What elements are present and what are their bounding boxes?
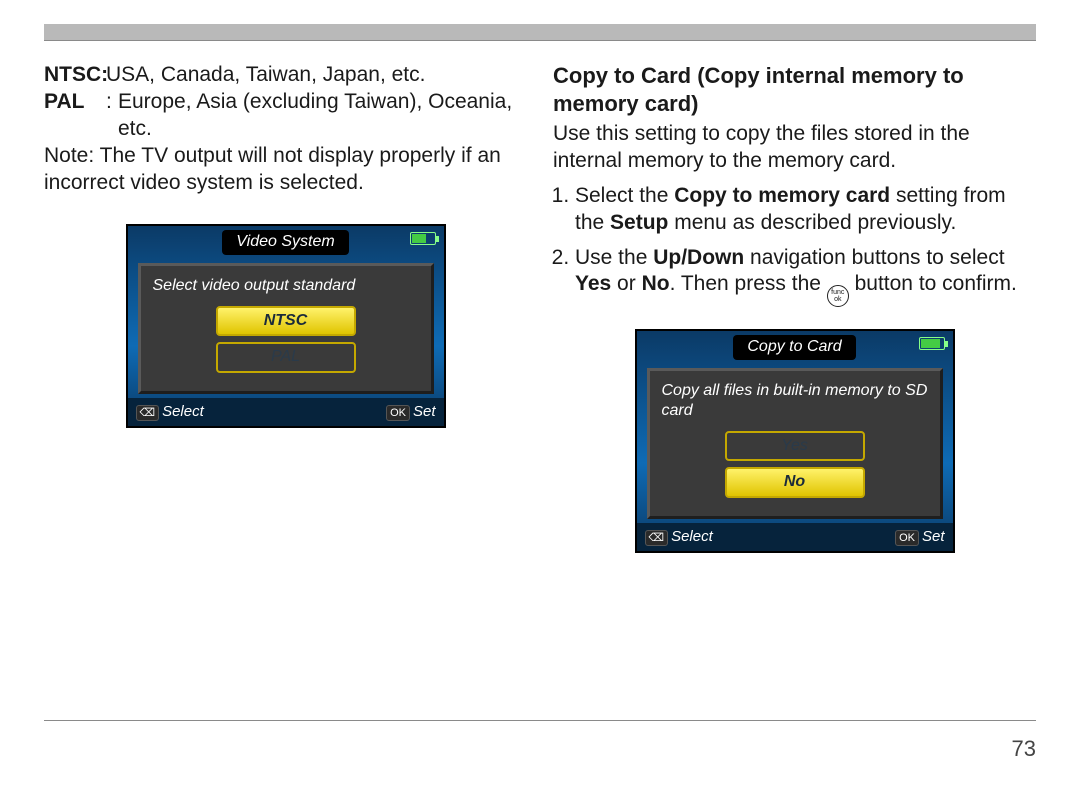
copy-to-card-intro: Use this setting to copy the files store… [553, 121, 1036, 175]
right-column: Copy to Card (Copy internal memory to me… [553, 62, 1036, 553]
battery-icon [919, 337, 945, 350]
step-1: Select the Copy to memory card setting f… [575, 183, 1036, 237]
header-rule [44, 24, 1036, 40]
battery-icon [410, 232, 436, 245]
footer-select: ⌫Select [645, 527, 713, 546]
lcd2-title: Copy to Card [733, 335, 855, 359]
ok-key-icon: OK [895, 530, 919, 546]
copy-to-card-screenshot: Copy to Card Copy all files in built-in … [635, 329, 955, 553]
page-number: 73 [1012, 736, 1036, 762]
pal-row: PAL : Europe, Asia (excluding Taiwan), O… [44, 89, 527, 143]
back-key-icon: ⌫ [645, 530, 669, 546]
option-no: No [725, 467, 865, 497]
pal-label: PAL [44, 89, 106, 143]
step-2: Use the Up/Down navigation buttons to se… [575, 245, 1036, 308]
left-column: NTSC: USA, Canada, Taiwan, Japan, etc. P… [44, 62, 527, 553]
copy-to-card-heading: Copy to Card (Copy internal memory to me… [553, 62, 1036, 117]
lcd-message: Select video output standard [153, 276, 419, 296]
option-ntsc: NTSC [216, 306, 356, 336]
ntsc-row: NTSC: USA, Canada, Taiwan, Japan, etc. [44, 62, 527, 89]
footer-set: OKSet [895, 527, 944, 546]
video-system-screenshot: Video System Select video output standar… [126, 224, 446, 428]
option-yes: Yes [725, 431, 865, 461]
pal-regions: Europe, Asia (excluding Taiwan), Oceania… [118, 89, 527, 143]
footer-select: ⌫Select [136, 402, 204, 421]
pal-colon: : [106, 89, 118, 143]
lcd-title: Video System [222, 230, 348, 254]
lcd2-message: Copy all files in built-in memory to SD … [662, 381, 928, 421]
ntsc-label: NTSC: [44, 62, 106, 89]
footer-set: OKSet [386, 402, 435, 421]
footer-rule [44, 720, 1036, 721]
ntsc-regions: USA, Canada, Taiwan, Japan, etc. [106, 62, 527, 89]
back-key-icon: ⌫ [136, 405, 160, 421]
ok-key-icon: OK [386, 405, 410, 421]
tv-output-note: Note: The TV output will not display pro… [44, 143, 527, 197]
option-pal: PAL [216, 342, 356, 372]
func-ok-icon: funcok [827, 285, 849, 307]
